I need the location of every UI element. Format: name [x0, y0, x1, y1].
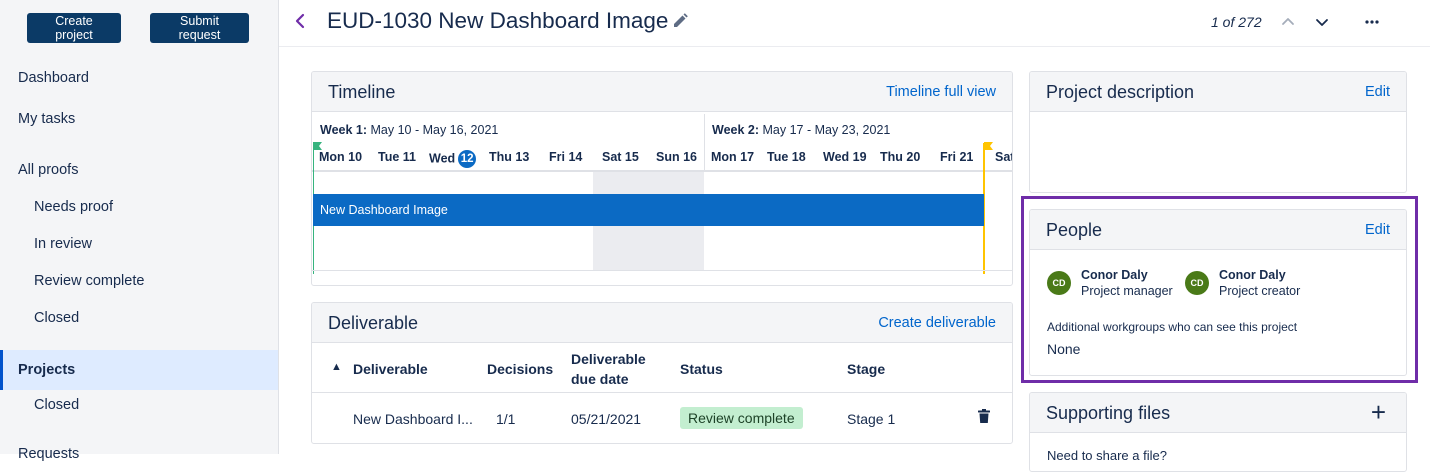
description-title: Project description: [1046, 82, 1195, 102]
sidebar: Create project Submit request Dashboard …: [0, 0, 279, 462]
col-due-date-line1[interactable]: Deliverable: [571, 351, 646, 367]
timeline-bar[interactable]: New Dashboard Image: [313, 194, 984, 226]
start-flag-icon: [313, 142, 322, 150]
nav-proofs-closed[interactable]: Closed: [0, 310, 278, 326]
col-status[interactable]: Status: [680, 361, 723, 377]
row-deliverable-name[interactable]: New Dashboard I...: [353, 411, 473, 427]
day-sat-15: Sat 15: [602, 150, 639, 164]
pager-count: 1 of 272: [1211, 14, 1262, 30]
week1-label: Week 1: May 10 - May 16, 2021: [320, 123, 499, 137]
row-decisions: 1/1: [496, 411, 516, 427]
submit-request-button[interactable]: Submit request: [150, 13, 249, 43]
nav-my-tasks[interactable]: My tasks: [0, 111, 278, 127]
day-fri-14: Fri 14: [549, 150, 583, 164]
day-tue-18: Tue 18: [767, 150, 806, 164]
day-thu-20: Thu 20: [880, 150, 921, 164]
nav-needs-proof[interactable]: Needs proof: [0, 199, 278, 215]
day-wed-12: Wed 12: [429, 150, 477, 168]
timeline-full-view-link[interactable]: Timeline full view: [886, 84, 996, 100]
chevron-down-icon[interactable]: [1314, 14, 1330, 30]
add-file-icon[interactable]: +: [1371, 397, 1386, 428]
col-stage[interactable]: Stage: [847, 361, 885, 377]
week2-label: Week 2: May 17 - May 23, 2021: [712, 123, 891, 137]
end-flag-icon: [984, 142, 993, 150]
supporting-files-header: Supporting files +: [1030, 393, 1406, 433]
timeline-panel: Timeline Timeline full view Week 1: May …: [311, 71, 1013, 286]
day-thu-13: Thu 13: [489, 150, 530, 164]
create-deliverable-link[interactable]: Create deliverable: [878, 315, 996, 331]
chevron-up-icon[interactable]: [1280, 14, 1296, 30]
nav-projects-closed[interactable]: Closed: [0, 397, 278, 413]
row-stage: Stage 1: [847, 411, 896, 427]
day-sun-16: Sun 16: [656, 150, 697, 164]
col-decisions[interactable]: Decisions: [487, 361, 553, 377]
supporting-files-title: Supporting files: [1046, 403, 1171, 423]
deliverable-title: Deliverable: [328, 313, 419, 333]
description-edit-link[interactable]: Edit: [1365, 84, 1390, 100]
day-mon-10: Mon 10: [319, 150, 363, 164]
description-header: Project description Edit: [1030, 72, 1406, 112]
table-header-divider: [312, 392, 1012, 393]
pencil-icon[interactable]: [671, 12, 689, 30]
deliverable-header: Deliverable Create deliverable: [312, 303, 1012, 343]
timeline-bottom-border: [312, 270, 1012, 271]
selection-highlight: [1021, 196, 1418, 383]
timeline-header: Timeline Timeline full view: [312, 72, 1012, 112]
day-mon-17: Mon 17: [711, 150, 755, 164]
week-divider: [704, 114, 705, 172]
nav-in-review[interactable]: In review: [0, 236, 278, 252]
deliverable-panel: Deliverable Create deliverable ▲ Deliver…: [311, 302, 1013, 444]
page-title: EUD-1030 New Dashboard Image: [327, 8, 669, 33]
sort-indicator[interactable]: ▲: [331, 361, 342, 373]
more-icon[interactable]: [1364, 14, 1380, 30]
day-tue-11: Tue 11: [378, 150, 416, 164]
days-divider: [312, 170, 1012, 172]
day-wed-19: Wed 19: [823, 150, 867, 164]
header-divider: [279, 46, 1430, 47]
nav-requests[interactable]: Requests: [0, 446, 278, 462]
supporting-files-hint: Need to share a file?: [1047, 448, 1167, 463]
col-deliverable[interactable]: Deliverable: [353, 361, 428, 377]
day-sat-22: Sat: [995, 150, 1013, 164]
nav-review-complete[interactable]: Review complete: [0, 273, 278, 289]
chevron-left-icon[interactable]: [291, 10, 309, 32]
day-fri-21: Fri 21: [940, 150, 974, 164]
col-due-date-line2[interactable]: due date: [571, 371, 629, 387]
status-badge: Review complete: [680, 407, 803, 429]
supporting-files-panel: Supporting files + Need to share a file?: [1029, 392, 1407, 472]
timeline-title: Timeline: [328, 82, 396, 102]
description-panel: Project description Edit: [1029, 71, 1407, 193]
create-project-button[interactable]: Create project: [27, 13, 121, 43]
row-due-date: 05/21/2021: [571, 411, 642, 427]
nav-dashboard[interactable]: Dashboard: [0, 70, 278, 86]
trash-icon[interactable]: [978, 409, 990, 423]
nav-projects[interactable]: Projects: [0, 350, 278, 390]
nav-all-proofs[interactable]: All proofs: [0, 162, 278, 178]
today-badge: 12: [458, 150, 477, 168]
